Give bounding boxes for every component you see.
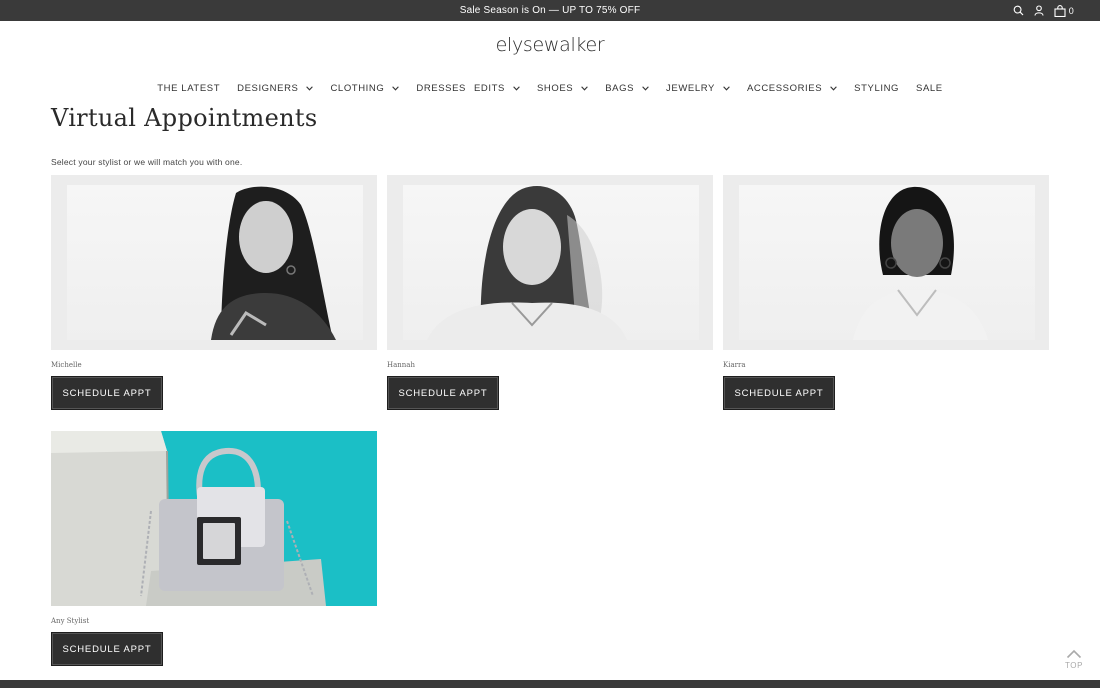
page-title: Virtual Appointments xyxy=(51,104,318,132)
chevron-down-icon xyxy=(581,83,589,94)
header-icons: 0 xyxy=(1013,0,1074,21)
promo-bar: Sale Season is On — UP TO 75% OFF 0 xyxy=(0,0,1100,21)
stylist-photo[interactable] xyxy=(387,175,713,350)
nav-item-clothing[interactable]: CLOTHING xyxy=(330,83,400,94)
chevron-down-icon xyxy=(723,83,730,94)
stylist-card: Any Stylist SCHEDULE APPT xyxy=(51,431,377,666)
footer-strip xyxy=(0,680,1100,688)
back-to-top-label: TOP xyxy=(1064,661,1084,670)
schedule-appt-button[interactable]: SCHEDULE APPT xyxy=(387,376,499,410)
nav-item-shoes[interactable]: SHOES xyxy=(537,83,589,94)
nav-item-bags[interactable]: BAGS xyxy=(605,83,649,94)
chevron-down-icon xyxy=(513,83,520,94)
stylist-name: Kiarra xyxy=(723,361,746,369)
stylist-name: Hannah xyxy=(387,361,415,369)
nav-item-styling[interactable]: STYLING xyxy=(854,83,899,94)
stylist-photo[interactable] xyxy=(723,175,1049,350)
stylist-photo[interactable] xyxy=(51,175,377,350)
chevron-down-icon xyxy=(642,83,649,94)
chevron-down-icon xyxy=(830,83,837,94)
chevron-up-icon xyxy=(1066,649,1082,659)
chevron-down-icon xyxy=(392,83,400,94)
stylist-name: Michelle xyxy=(51,361,82,369)
nav-item-the-latest[interactable]: THE LATEST xyxy=(157,83,220,94)
schedule-appt-button[interactable]: SCHEDULE APPT xyxy=(51,632,163,666)
back-to-top-button[interactable]: TOP xyxy=(1061,649,1087,670)
cart-icon xyxy=(1054,4,1066,17)
cart-button[interactable]: 0 xyxy=(1054,4,1074,17)
cart-count: 0 xyxy=(1068,5,1074,16)
stylist-card: Kiarra SCHEDULE APPT xyxy=(723,175,1049,410)
nav-item-dresses[interactable]: DRESSES xyxy=(416,83,466,94)
site-logo[interactable]: elysewalker xyxy=(0,34,1100,56)
stylist-card: Hannah SCHEDULE APPT xyxy=(387,175,713,410)
nav-item-designers[interactable]: DESIGNERS xyxy=(237,83,314,94)
search-icon[interactable] xyxy=(1013,5,1024,16)
main-nav: THE LATEST DESIGNERS CLOTHING DRESSES ED… xyxy=(0,82,1100,94)
schedule-appt-button[interactable]: SCHEDULE APPT xyxy=(51,376,163,410)
user-icon[interactable] xyxy=(1034,5,1044,16)
any-stylist-photo[interactable] xyxy=(51,431,377,606)
stylist-card: Michelle SCHEDULE APPT xyxy=(51,175,377,410)
nav-item-sale[interactable]: SALE xyxy=(916,83,943,94)
nav-item-accessories[interactable]: ACCESSORIES xyxy=(747,83,837,94)
nav-item-edits[interactable]: EDITS xyxy=(474,83,520,94)
schedule-appt-button[interactable]: SCHEDULE APPT xyxy=(723,376,835,410)
promo-text[interactable]: Sale Season is On — UP TO 75% OFF xyxy=(0,5,1100,16)
page-intro: Select your stylist or we will match you… xyxy=(51,157,243,167)
stylist-name: Any Stylist xyxy=(51,617,90,625)
nav-item-jewelry[interactable]: JEWELRY xyxy=(666,83,730,94)
chevron-down-icon xyxy=(306,83,314,94)
